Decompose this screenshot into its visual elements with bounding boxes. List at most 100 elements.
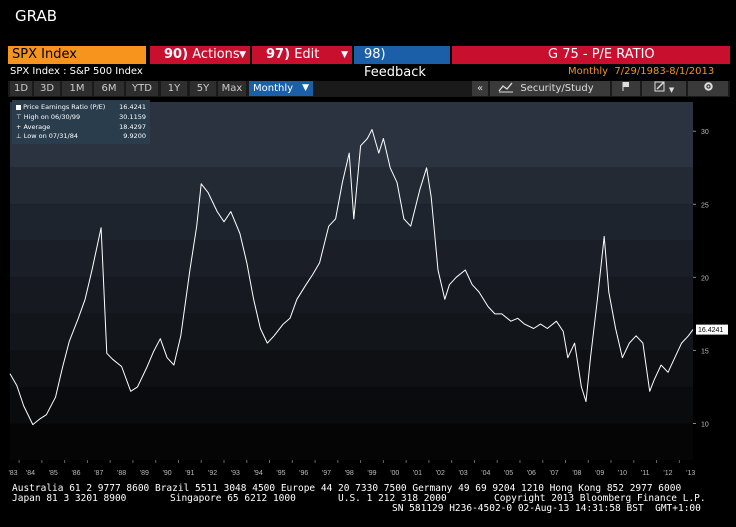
actions-menu-number: 90) <box>164 47 189 62</box>
x-tick-label: '84 <box>26 470 35 477</box>
x-tick-label: '13 <box>686 470 695 477</box>
footer-contacts: Australia 61 2 9777 8600 Brazil 5511 304… <box>0 483 736 527</box>
edit-menu-button[interactable]: 97) Edit ▼ <box>252 46 352 64</box>
legend-series-row: Price Earnings Ratio (P/E) 16.4241 <box>16 103 146 111</box>
x-tick-label: '87 <box>94 470 103 477</box>
chart-line-icon <box>498 81 514 98</box>
y-tick-label: 15 <box>701 348 709 355</box>
edit-dropdown-icon: ▼ <box>341 50 348 60</box>
range-5y-button[interactable]: 5Y <box>190 81 216 96</box>
range-1d-button[interactable]: 1D <box>10 81 32 96</box>
x-tick-label: '02 <box>436 470 445 477</box>
edit-dropdown-arrow-icon: ▼ <box>668 86 675 94</box>
x-tick-label: '12 <box>663 470 672 477</box>
x-tick-label: '98 <box>345 470 354 477</box>
legend-high-value: 30.1159 <box>119 113 146 121</box>
chart-legend: Price Earnings Ratio (P/E) 16.4241 ⊤ Hig… <box>12 100 150 144</box>
ticker-field[interactable]: SPX Index <box>8 46 146 64</box>
x-tick-label: '03 <box>458 470 467 477</box>
x-tick-label: '97 <box>322 470 331 477</box>
low-marker-icon: ⊥ <box>16 132 22 140</box>
security-study-button[interactable]: Security/Study <box>490 81 610 96</box>
edit-menu-label: Edit <box>294 47 320 62</box>
last-value-label: 16.4241 <box>698 327 723 334</box>
background-band <box>10 277 693 314</box>
average-marker-icon: + <box>16 123 22 131</box>
gear-icon <box>703 82 714 95</box>
x-tick-label: '91 <box>185 470 194 477</box>
x-tick-label: '06 <box>527 470 536 477</box>
range-ytd-button[interactable]: YTD <box>126 81 158 96</box>
background-band <box>10 204 693 241</box>
x-tick-label: '08 <box>572 470 581 477</box>
legend-average-label: Average <box>23 123 51 131</box>
x-tick-label: '00 <box>390 470 399 477</box>
background-band <box>10 313 693 351</box>
actions-menu-button[interactable]: 90) Actions ▼ <box>150 46 250 64</box>
actions-menu-label: Actions <box>192 47 240 62</box>
actions-dropdown-icon: ▼ <box>239 50 246 60</box>
collapse-button[interactable]: « <box>472 81 488 96</box>
x-tick-label: '88 <box>117 470 126 477</box>
legend-low-row: ⊥ Low on 07/31/84 9.9200 <box>16 132 146 140</box>
chart-background-bands <box>10 102 693 460</box>
security-study-label: Security/Study <box>520 83 594 94</box>
edit-chart-button[interactable]: ▼ <box>642 81 686 96</box>
y-tick-label: 30 <box>701 129 709 136</box>
x-tick-label: '83 <box>8 470 17 477</box>
x-tick-label: '95 <box>276 470 285 477</box>
footer-japan: Japan 81 3 3201 8900 <box>12 493 127 504</box>
x-tick-label: '11 <box>641 470 650 477</box>
x-axis: '83 '84 '85 '86 '87 '88 '89 '90 '91 '92 '93 '94 '95 '… <box>8 460 695 477</box>
date-range-label: 7/29/1983-8/1/2013 <box>614 66 715 77</box>
x-tick-label: '93 <box>231 470 240 477</box>
x-tick-label: '07 <box>550 470 559 477</box>
security-description: SPX Index : S&P 500 Index <box>10 66 143 77</box>
range-max-button[interactable]: Max <box>218 81 246 96</box>
feedback-label: Feedback <box>364 65 426 80</box>
x-tick-label: '90 <box>163 470 172 477</box>
range-3d-button[interactable]: 3D <box>34 81 60 96</box>
legend-low-label: Low on 07/31/84 <box>23 132 78 140</box>
flag-icon <box>621 82 631 94</box>
range-1m-button[interactable]: 1M <box>62 81 92 96</box>
settings-button[interactable] <box>688 81 728 96</box>
y-tick-label: 25 <box>701 202 709 209</box>
legend-average-value: 18.4297 <box>119 123 146 131</box>
x-tick-label: '10 <box>618 470 627 477</box>
x-tick-label: '86 <box>71 470 80 477</box>
feedback-number: 98) <box>364 47 386 62</box>
x-tick-label: '92 <box>208 470 217 477</box>
high-marker-icon: ⊤ <box>16 113 22 121</box>
legend-high-label: High on 06/30/99 <box>23 113 81 121</box>
legend-high-row: ⊤ High on 06/30/99 30.1159 <box>16 113 146 121</box>
x-tick-label: '99 <box>367 470 376 477</box>
y-tick-label: 20 <box>701 275 709 282</box>
feedback-button[interactable]: 98) Feedback <box>354 46 450 80</box>
range-6m-button[interactable]: 6M <box>94 81 124 96</box>
period-dropdown-icon: ▼ <box>302 83 309 93</box>
footer-line-3: SN 581129 H236-4502-0 02-Aug-13 14:31:58… <box>392 503 701 514</box>
legend-series-label: Price Earnings Ratio (P/E) <box>23 103 106 111</box>
legend-average-row: + Average 18.4297 <box>16 123 146 131</box>
pe-ratio-chart: 10 15 20 25 30 '83 '84 '85 '86 '87 '88 '89 '90 '91 '9… <box>8 102 728 477</box>
frequency-label: Monthly <box>568 66 609 77</box>
frequency-date-range: Monthly 7/29/1983-8/1/2013 <box>568 66 714 77</box>
x-tick-label: '04 <box>481 470 490 477</box>
x-tick-label: '05 <box>504 470 513 477</box>
x-tick-label: '01 <box>413 470 422 477</box>
legend-low-value: 9.9200 <box>123 132 146 140</box>
period-select[interactable]: Monthly ▼ <box>249 81 313 96</box>
background-band <box>10 386 693 424</box>
footer-singapore: Singapore 65 6212 1000 <box>170 493 296 504</box>
background-band <box>10 240 693 278</box>
x-tick-label: '85 <box>49 470 58 477</box>
annotation-button[interactable] <box>612 81 640 96</box>
legend-series-value: 16.4241 <box>119 103 146 111</box>
x-tick-label: '89 <box>140 470 149 477</box>
x-tick-label: '96 <box>299 470 308 477</box>
grab-label: GRAB <box>15 7 57 25</box>
background-band <box>10 423 693 460</box>
range-1y-button[interactable]: 1Y <box>161 81 187 96</box>
x-tick-label: '94 <box>254 470 263 477</box>
